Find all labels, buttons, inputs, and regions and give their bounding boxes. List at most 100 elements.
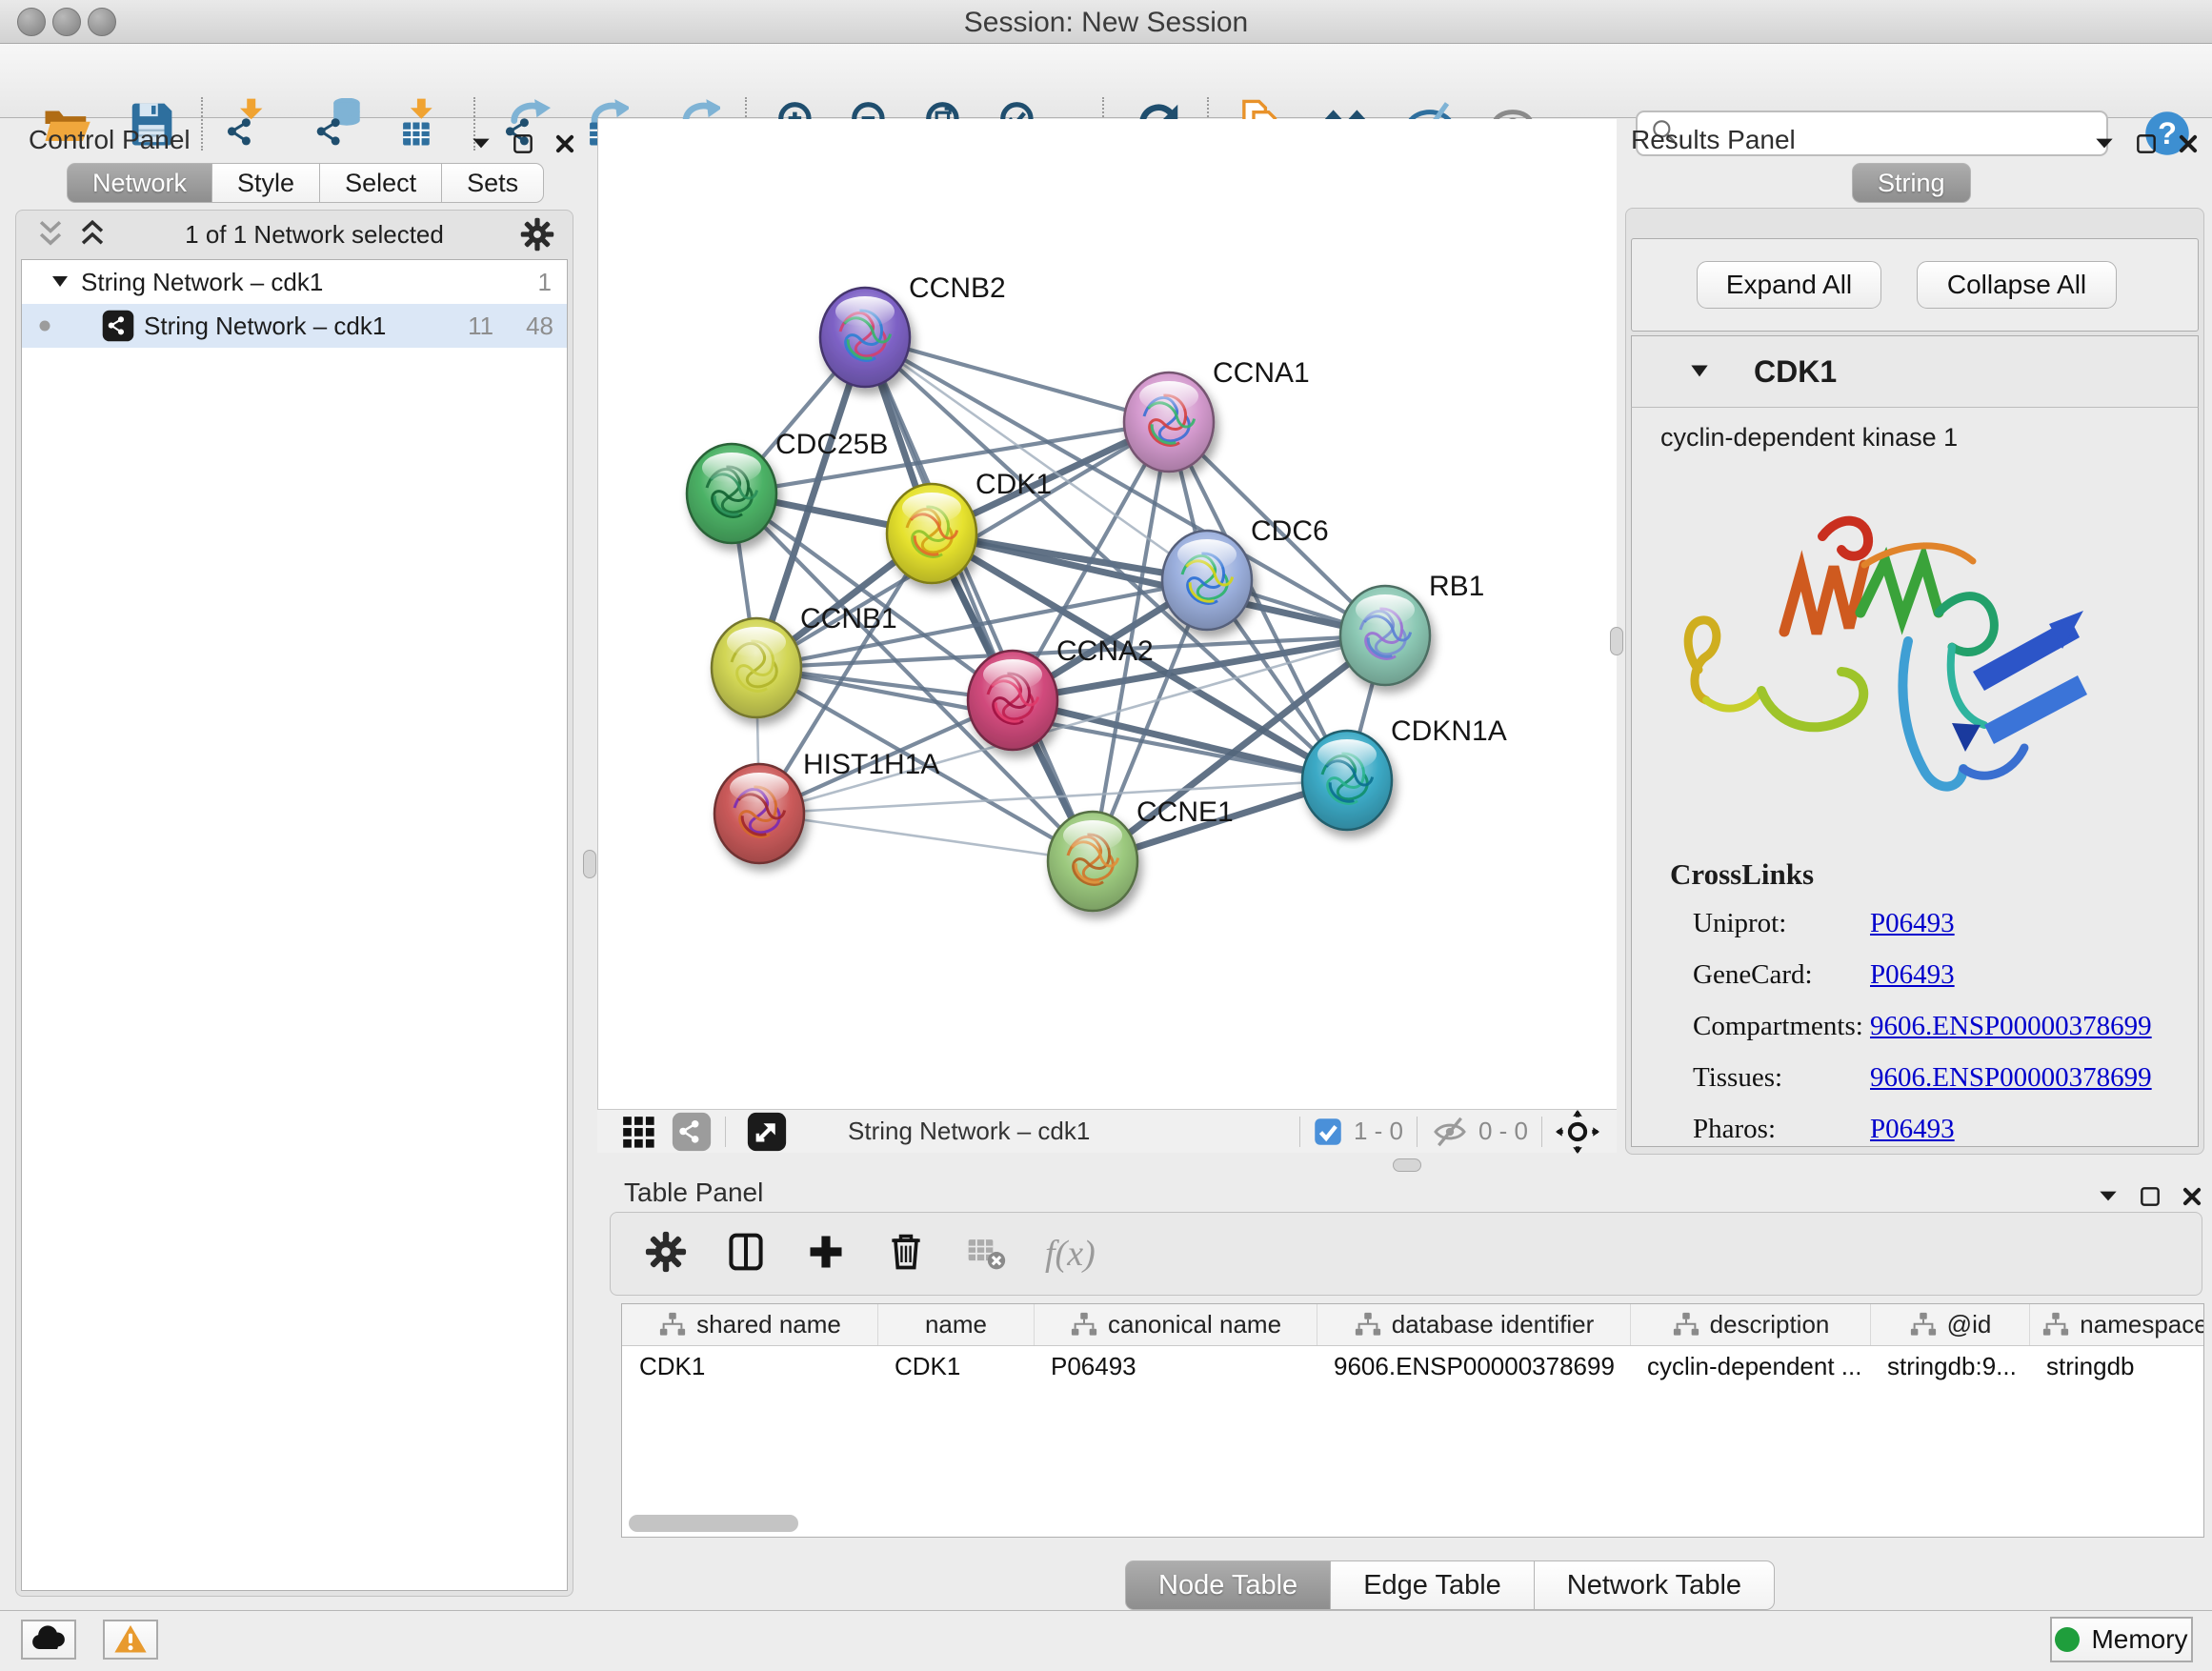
- network-selection-summary: 1 of 1 Network selected: [109, 220, 520, 250]
- table-cell[interactable]: P06493: [1034, 1346, 1317, 1388]
- network-view-title: String Network – cdk1: [848, 1117, 1090, 1146]
- column-header-label: canonical name: [1108, 1310, 1281, 1339]
- right-splitter-handle[interactable]: [1610, 627, 1623, 655]
- main-toolbar: ?: [0, 44, 2212, 118]
- network-node[interactable]: CDKN1A: [1302, 715, 1507, 830]
- table-row[interactable]: CDK1CDK1P064939606.ENSP00000378699cyclin…: [622, 1346, 2203, 1388]
- network-node[interactable]: CDC6: [1162, 515, 1329, 630]
- network-options-gear-icon[interactable]: [520, 217, 554, 252]
- hidden-count: 0 - 0: [1478, 1117, 1528, 1146]
- column-header-description[interactable]: description: [1630, 1304, 1870, 1345]
- network-edge[interactable]: [759, 814, 1093, 861]
- network-node[interactable]: CCNE1: [1048, 796, 1234, 911]
- expand-all-button[interactable]: Expand All: [1697, 261, 1881, 309]
- crosslink-link[interactable]: P06493: [1870, 1114, 1955, 1145]
- grid-menu-icon[interactable]: [620, 1114, 656, 1150]
- tab-node-table[interactable]: Node Table: [1125, 1560, 1331, 1610]
- close-panel-icon[interactable]: [2180, 1184, 2204, 1209]
- table-cell[interactable]: stringdb: [2029, 1346, 2204, 1388]
- column-type-icon: [1909, 1311, 1938, 1339]
- column-header-label: shared name: [696, 1310, 841, 1339]
- memory-button[interactable]: Memory: [2050, 1617, 2193, 1662]
- hidden-eye-icon[interactable]: [1431, 1113, 1469, 1151]
- detach-view-icon[interactable]: [747, 1112, 787, 1152]
- column-header-label: description: [1710, 1310, 1830, 1339]
- network-tree-row[interactable]: String Network – cdk1 11 48: [22, 304, 567, 348]
- network-tree: String Network – cdk1 1 String Network –…: [21, 259, 568, 1591]
- crosslink-link[interactable]: 9606.ENSP00000378699: [1870, 1062, 2152, 1094]
- table-cell[interactable]: CDK1: [877, 1346, 1034, 1388]
- expand-all-icon[interactable]: [76, 218, 109, 251]
- selected-checkbox-icon[interactable]: [1314, 1117, 1342, 1146]
- pan-crosshair-icon[interactable]: [1556, 1110, 1599, 1154]
- network-node[interactable]: CDK1: [887, 469, 1052, 583]
- tab-select[interactable]: Select: [319, 163, 442, 203]
- crosslink-row: Pharos: P06493: [1693, 1103, 2198, 1155]
- crosslink-link[interactable]: P06493: [1870, 908, 1955, 939]
- node-table[interactable]: shared name name canonical name database id…: [621, 1303, 2204, 1538]
- tab-network[interactable]: Network: [67, 163, 212, 203]
- float-panel-icon[interactable]: [2096, 1184, 2121, 1209]
- expander-icon[interactable]: [49, 271, 71, 293]
- column-header-shared-name[interactable]: shared name: [622, 1304, 877, 1345]
- import-network-from-database-button[interactable]: [307, 92, 370, 155]
- collapse-all-icon[interactable]: [34, 218, 67, 251]
- crosslink-link[interactable]: 9606.ENSP00000378699: [1870, 1011, 2152, 1042]
- maximize-panel-icon[interactable]: [2134, 131, 2159, 156]
- network-label: String Network – cdk1: [144, 312, 386, 341]
- collapse-all-button[interactable]: Collapse All: [1917, 261, 2117, 309]
- node-label: CCNB2: [909, 272, 1006, 304]
- tab-edge-table[interactable]: Edge Table: [1330, 1560, 1535, 1610]
- column-header-database-identifier[interactable]: database identifier: [1317, 1304, 1630, 1345]
- network-node[interactable]: RB1: [1340, 571, 1484, 685]
- float-panel-icon[interactable]: [2092, 131, 2117, 156]
- tab-network-table[interactable]: Network Table: [1534, 1560, 1775, 1610]
- close-panel-icon[interactable]: [553, 131, 577, 156]
- memory-label: Memory: [2091, 1624, 2187, 1655]
- crosslink-row: Tissues: 9606.ENSP00000378699: [1693, 1052, 2198, 1103]
- delete-column-icon[interactable]: [885, 1231, 927, 1278]
- result-gene-title: CDK1: [1754, 354, 1837, 390]
- table-cell[interactable]: stringdb:9...: [1870, 1346, 2029, 1388]
- network-graph[interactable]: CCNB2 CCNA1 CDC25B CDK1 CDC6 RB1: [598, 119, 1618, 1109]
- import-network-from-file-button[interactable]: [215, 92, 278, 155]
- crosslink-link[interactable]: P06493: [1870, 959, 1955, 991]
- import-table-from-file-button[interactable]: [385, 92, 448, 155]
- network-canvas[interactable]: CCNB2 CCNA1 CDC25B CDK1 CDC6 RB1: [597, 119, 1617, 1109]
- crosslinks-title: CrossLinks: [1670, 857, 2198, 892]
- window-title: Session: New Session: [0, 7, 2212, 39]
- tab-string[interactable]: String: [1852, 163, 1971, 203]
- table-options-gear-icon[interactable]: [645, 1231, 687, 1278]
- column-type-icon: [658, 1311, 687, 1339]
- selected-count: 1 - 0: [1354, 1117, 1403, 1146]
- warnings-button[interactable]: [103, 1620, 158, 1660]
- maximize-panel-icon[interactable]: [2138, 1184, 2162, 1209]
- network-edge[interactable]: [865, 337, 1093, 861]
- result-section-header[interactable]: CDK1: [1631, 335, 2199, 408]
- float-panel-icon[interactable]: [469, 131, 493, 156]
- maximize-panel-icon[interactable]: [511, 131, 535, 156]
- tab-sets[interactable]: Sets: [441, 163, 544, 203]
- tab-style[interactable]: Style: [211, 163, 320, 203]
- column-header-name[interactable]: name: [877, 1304, 1034, 1345]
- network-tree-root-row[interactable]: String Network – cdk1 1: [22, 260, 567, 304]
- collapse-section-icon[interactable]: [1687, 359, 1712, 384]
- column-header-canonical-name[interactable]: canonical name: [1034, 1304, 1317, 1345]
- crosslink-label: Uniprot:: [1693, 908, 1870, 939]
- network-edge[interactable]: [1013, 700, 1347, 780]
- table-cell[interactable]: cyclin-dependent ...: [1630, 1346, 1870, 1388]
- left-splitter-handle[interactable]: [583, 850, 596, 878]
- crosslink-row: Uniprot: P06493: [1693, 897, 2198, 949]
- column-header--id[interactable]: @id: [1870, 1304, 2029, 1345]
- table-cell[interactable]: 9606.ENSP00000378699: [1317, 1346, 1630, 1388]
- table-horizontal-scrollbar[interactable]: [629, 1515, 798, 1532]
- add-column-icon[interactable]: [805, 1231, 847, 1278]
- horizontal-splitter-handle[interactable]: [1393, 1158, 1421, 1172]
- network-node[interactable]: CCNA1: [1124, 357, 1310, 472]
- show-columns-icon[interactable]: [725, 1231, 767, 1278]
- network-overview-icon[interactable]: [672, 1112, 712, 1152]
- cloud-button[interactable]: [21, 1620, 76, 1660]
- table-cell[interactable]: CDK1: [622, 1346, 877, 1388]
- close-panel-icon[interactable]: [2176, 131, 2201, 156]
- column-header-namespace[interactable]: namespace: [2029, 1304, 2204, 1345]
